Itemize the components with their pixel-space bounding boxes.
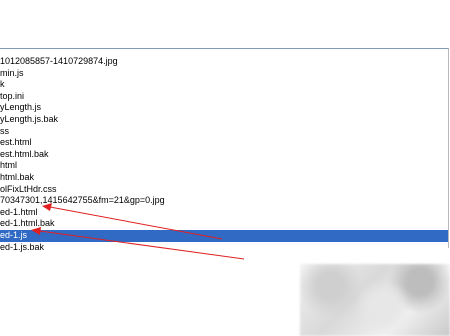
file-list-item[interactable]: yLength.js [0,102,448,114]
file-list-item[interactable]: min.js [0,68,448,80]
file-list-item[interactable]: est.html [0,137,448,149]
file-list-item[interactable]: k [0,79,448,91]
file-list-item[interactable]: olFixLtHdr.css [0,184,448,196]
file-list-item[interactable]: yLength.js.bak [0,114,448,126]
file-list-item-target-html[interactable]: ed-1.html [0,207,448,219]
file-list-item[interactable]: ss [0,126,448,138]
file-list-item-selected[interactable]: ed-1.js [0,229,448,242]
file-list-item[interactable]: 70347301,1415642755&fm=21&gp=0.jpg [0,195,448,207]
file-list-item[interactable]: est.html.bak [0,149,448,161]
file-list-item[interactable]: html [0,160,448,172]
toolbar-area [0,0,450,48]
file-list-item[interactable]: ed-1.js.bak [0,242,448,254]
file-list-item[interactable]: top.ini [0,91,448,103]
file-list: 1012085857-1410729874.jpg min.js k top.i… [0,56,448,253]
file-list-panel[interactable]: 1012085857-1410729874.jpg min.js k top.i… [0,48,449,252]
file-list-item[interactable]: ed-1.html.bak [0,218,448,230]
file-list-item[interactable]: html.bak [0,172,448,184]
blurred-thumbnail-image [300,264,450,336]
file-list-item[interactable]: 1012085857-1410729874.jpg [0,56,448,68]
